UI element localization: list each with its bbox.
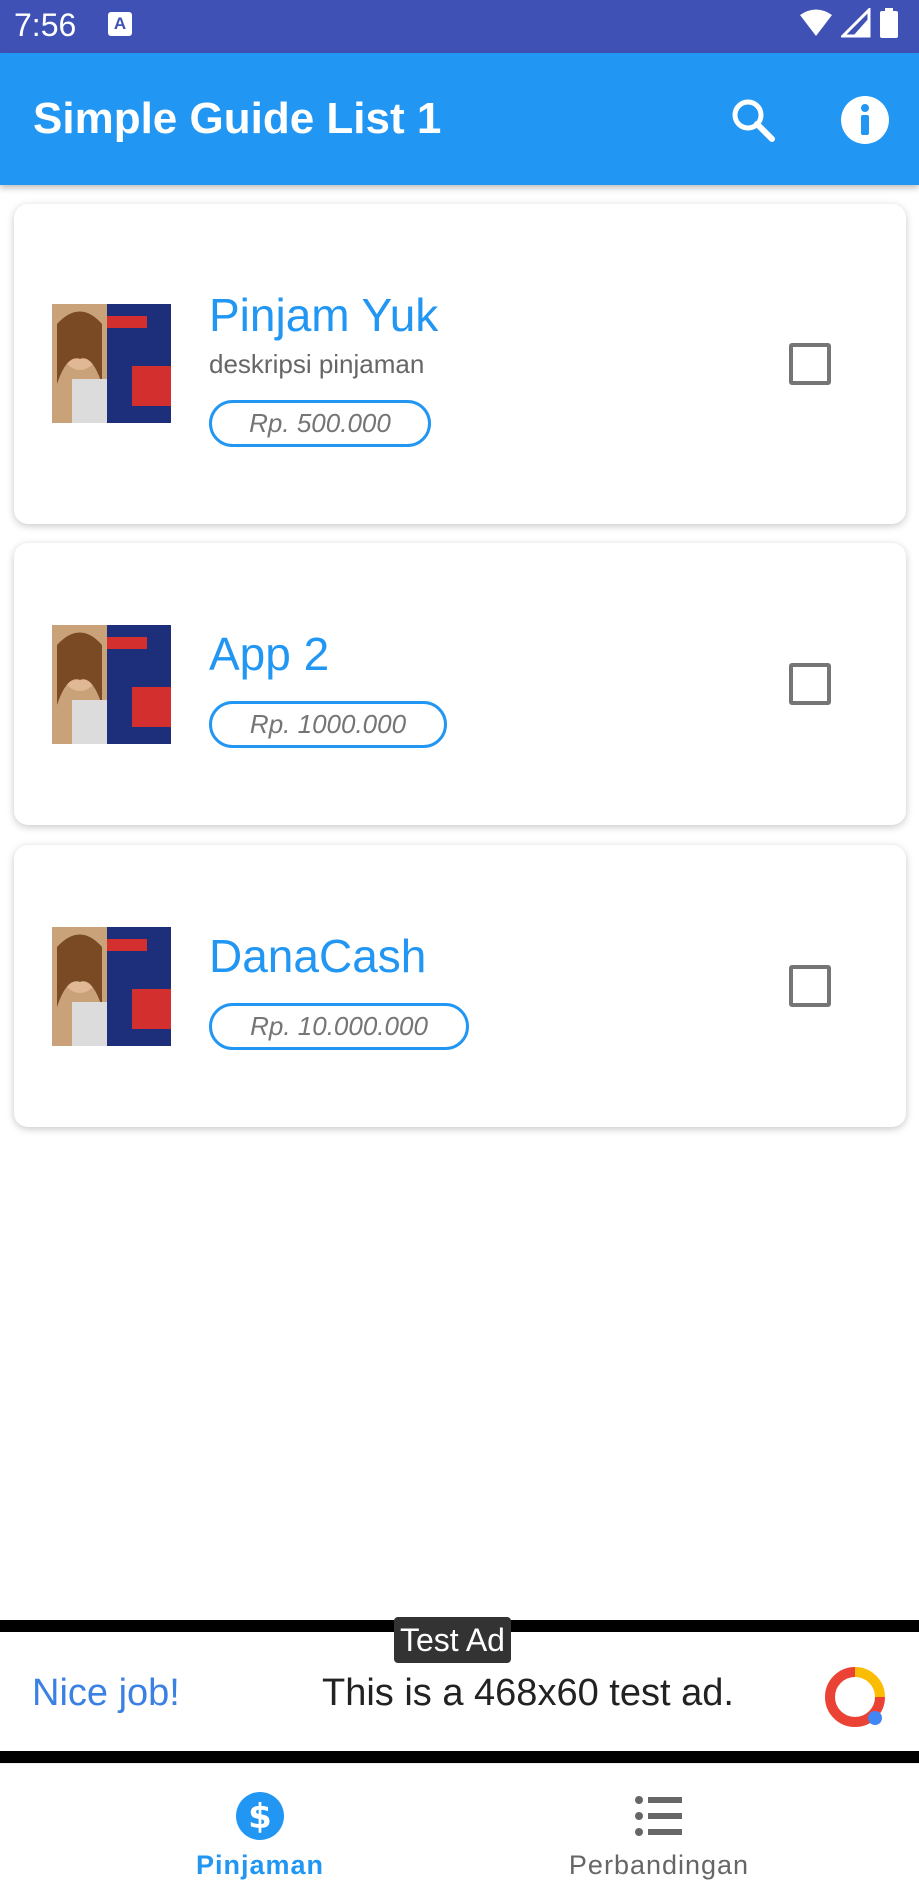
status-bar: 7:56 A	[0, 0, 919, 53]
ad-banner[interactable]: Nice job! This is a 468x60 test ad. Test…	[0, 1617, 919, 1763]
signal-icon	[841, 8, 871, 38]
search-button[interactable]	[728, 95, 778, 145]
status-time: 7:56	[14, 7, 77, 43]
nav-tab-perbandingan[interactable]: Perbandingan	[494, 1764, 824, 1891]
ad-body: This is a 468x60 test ad.	[322, 1672, 734, 1714]
compare-checkbox[interactable]	[789, 965, 831, 1007]
list-item-card[interactable]: DanaCash Rp. 10.000.000	[14, 845, 906, 1127]
search-icon	[732, 99, 775, 142]
ad-headline: Nice job!	[32, 1672, 180, 1714]
info-icon	[841, 96, 889, 144]
nav-tab-pinjaman[interactable]: $ Pinjaman	[95, 1764, 425, 1891]
ad-logo-icon	[825, 1667, 885, 1727]
item-title: DanaCash	[209, 930, 427, 982]
info-button[interactable]	[840, 95, 890, 145]
app-thumbnail	[52, 927, 171, 1046]
compare-checkbox[interactable]	[789, 663, 831, 705]
list-item-card[interactable]: App 2 Rp. 1000.000	[14, 543, 906, 825]
dollar-circle-icon: $	[236, 1792, 284, 1840]
thumbnail-image	[52, 625, 171, 744]
app-thumbnail	[52, 625, 171, 744]
amount-badge: Rp. 1000.000	[209, 701, 447, 748]
list-item-card[interactable]: Pinjam Yuk deskripsi pinjaman Rp. 500.00…	[14, 204, 906, 524]
status-icons	[799, 8, 899, 38]
thumbnail-image	[52, 927, 171, 1046]
svg-text:$: $	[248, 1797, 272, 1837]
nav-label: Pinjaman	[195, 1850, 325, 1880]
compare-checkbox[interactable]	[789, 343, 831, 385]
item-description: deskripsi pinjaman	[209, 349, 425, 379]
amount-badge: Rp. 10.000.000	[209, 1003, 469, 1050]
notification-icon: A	[108, 12, 132, 36]
bottom-navigation: $ Pinjaman Perbandingan	[0, 1763, 919, 1891]
test-ad-label: Test Ad	[394, 1617, 511, 1663]
item-title: Pinjam Yuk	[209, 289, 439, 341]
battery-icon	[880, 8, 898, 38]
app-title: Simple Guide List 1	[33, 94, 442, 143]
nav-label: Perbandingan	[568, 1850, 750, 1880]
wifi-icon	[800, 9, 832, 36]
thumbnail-image	[52, 304, 171, 423]
app-thumbnail	[52, 304, 171, 423]
amount-badge: Rp. 500.000	[209, 400, 431, 447]
item-title: App 2	[209, 628, 330, 680]
app-bar: Simple Guide List 1	[0, 53, 919, 185]
list-icon	[635, 1796, 682, 1836]
